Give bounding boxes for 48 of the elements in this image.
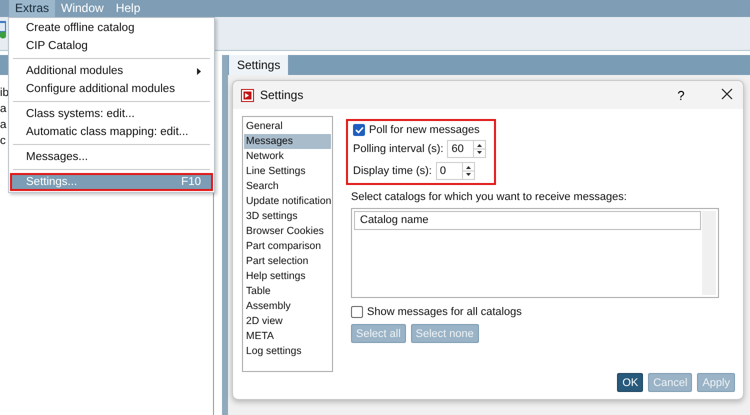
list-item[interactable]: a <box>0 101 6 117</box>
column-header[interactable]: Catalog name <box>354 211 701 230</box>
checkbox-label: Show messages for all catalogs <box>367 306 522 318</box>
category-list[interactable]: General Messages Network Line Settings Search Update notification 3D settings Browser Cookies Part comparison Part selection Help settings Table Assembly 2D view META Log settings <box>242 116 333 372</box>
menu-item[interactable]: CIP Catalog <box>10 37 213 55</box>
category-item[interactable]: Network <box>244 149 331 164</box>
spin-field[interactable]: 0 <box>436 162 475 180</box>
menu-item[interactable]: Messages... <box>10 148 213 166</box>
menu-item[interactable]: Class systems: edit... <box>10 105 213 123</box>
category-item[interactable]: Part comparison <box>244 239 331 254</box>
category-item[interactable]: General <box>244 119 331 134</box>
category-item[interactable]: Assembly <box>244 299 331 314</box>
document-tab[interactable]: Settings <box>229 55 288 75</box>
shortcut-label: F10 <box>181 176 201 188</box>
category-item[interactable]: Browser Cookies <box>244 224 331 239</box>
app-icon <box>241 88 254 102</box>
category-item[interactable]: Messages <box>244 134 331 149</box>
category-item[interactable]: Part selection <box>244 254 331 269</box>
help-button[interactable]: ? <box>671 88 691 102</box>
checkbox-label: Poll for new messages <box>369 124 480 136</box>
category-item[interactable]: META <box>244 329 331 344</box>
category-item[interactable]: Line Settings <box>244 164 331 179</box>
category-item[interactable]: 3D settings <box>244 209 331 224</box>
checkbox[interactable] <box>351 306 363 318</box>
category-item[interactable]: Table <box>244 284 331 299</box>
spin-field[interactable]: 60 <box>447 140 486 158</box>
checkbox[interactable] <box>353 124 365 136</box>
dialog-title: Settings <box>260 88 304 102</box>
menu-item[interactable]: Configure additional modules <box>10 80 213 98</box>
category-item[interactable]: Log settings <box>244 344 331 359</box>
list-item[interactable]: a <box>0 117 6 133</box>
category-item[interactable]: Help settings <box>244 269 331 284</box>
field-label: Polling interval (s): <box>353 143 444 155</box>
menu-item[interactable]: Extras <box>9 0 56 17</box>
menu-item[interactable]: Automatic class mapping: edit... <box>10 123 213 141</box>
category-item[interactable]: 2D view <box>244 314 331 329</box>
dialog-button[interactable]: OK <box>617 373 644 392</box>
category-item[interactable]: Update notification <box>244 194 331 209</box>
category-item[interactable]: Search <box>244 179 331 194</box>
field-label: Display time (s): <box>353 165 432 177</box>
submenu-arrow-icon <box>197 68 201 74</box>
spin-arrows-icon[interactable] <box>462 163 474 179</box>
menu-item[interactable]: Additional modules <box>10 62 213 80</box>
scrollbar[interactable] <box>702 211 716 295</box>
menu-item[interactable]: Create offline catalog <box>10 19 213 37</box>
list-item[interactable]: c <box>0 133 6 149</box>
section-label: Select catalogs for which you want to receive messages: <box>351 191 628 203</box>
spin-arrows-icon[interactable] <box>473 141 486 157</box>
